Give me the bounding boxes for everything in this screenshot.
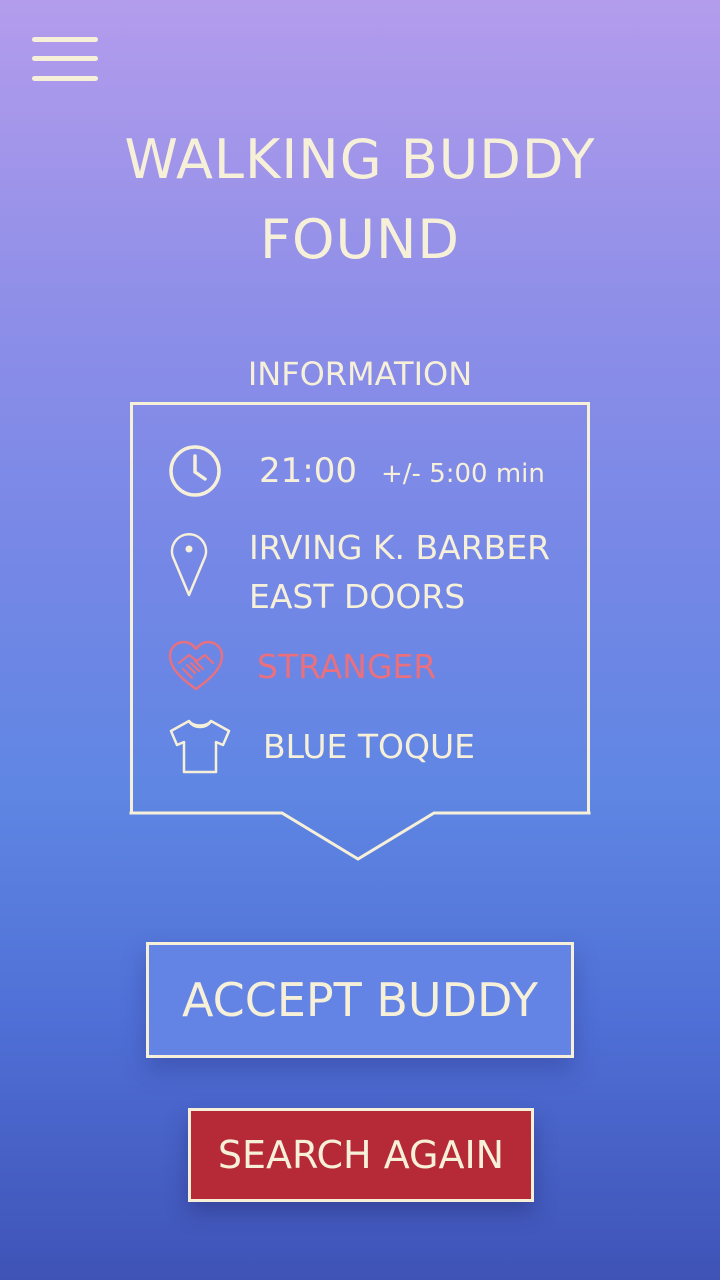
menu-bar-middle	[32, 56, 98, 61]
clothing-row: BLUE TOQUE	[133, 717, 593, 779]
accept-buddy-button[interactable]: ACCEPT BUDDY	[146, 942, 574, 1058]
location-line1: IRVING K. BARBER	[249, 528, 551, 567]
location-line2: EAST DOORS	[249, 577, 466, 616]
page-title: WALKING BUDDY FOUND	[0, 120, 720, 280]
menu-bar-bottom	[32, 76, 98, 81]
relation-status: STRANGER	[257, 647, 437, 686]
meeting-location: IRVING K. BARBER EAST DOORS	[249, 523, 550, 621]
callout-pointer	[129, 811, 591, 861]
map-pin-icon	[170, 533, 208, 597]
hamburger-menu-icon[interactable]	[32, 36, 100, 84]
location-row: IRVING K. BARBER EAST DOORS	[133, 523, 593, 619]
t-shirt-icon	[169, 719, 231, 774]
page-title-line1: WALKING BUDDY	[124, 128, 596, 191]
clock-icon	[169, 445, 221, 497]
search-again-button[interactable]: SEARCH AGAIN	[188, 1108, 534, 1202]
time-row: 21:00 +/- 5:00 min	[133, 441, 593, 503]
page-title-line2: FOUND	[259, 208, 461, 271]
information-card: 21:00 +/- 5:00 min IRVING K. BARBER EAST…	[130, 402, 590, 814]
time-tolerance: +/- 5:00 min	[381, 459, 545, 489]
information-label: INFORMATION	[247, 355, 473, 393]
meeting-time: 21:00	[259, 451, 357, 491]
heart-handshake-icon	[168, 640, 224, 691]
menu-bar-top	[32, 37, 98, 42]
clothing-description: BLUE TOQUE	[263, 727, 475, 766]
relation-row: STRANGER	[133, 639, 593, 699]
